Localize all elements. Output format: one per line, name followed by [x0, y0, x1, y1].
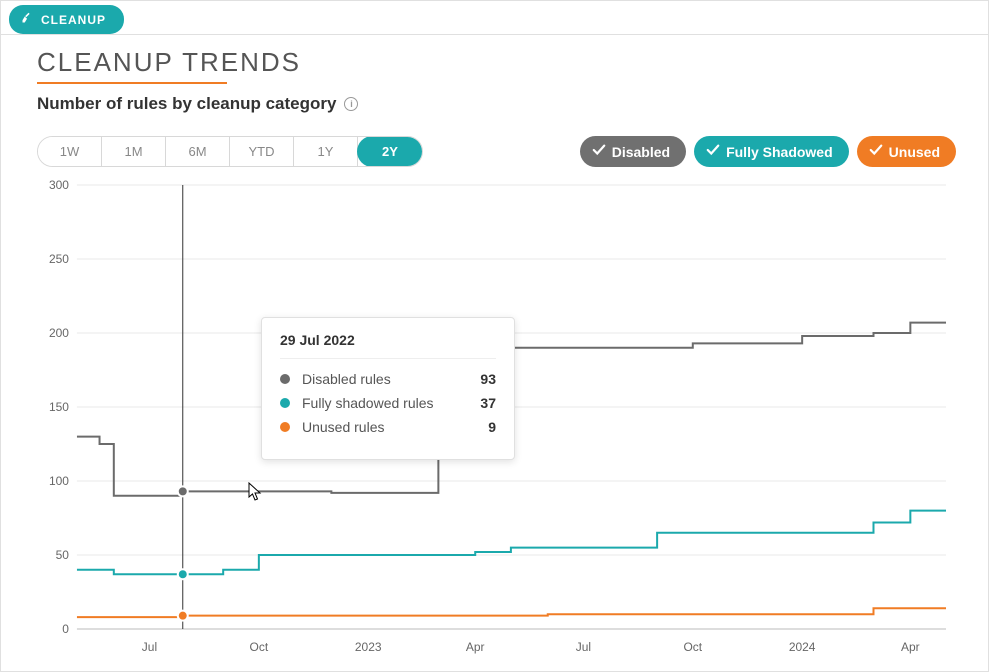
time-range-group: 1W 1M 6M YTD 1Y 2Y	[37, 136, 423, 167]
svg-text:Apr: Apr	[466, 640, 485, 654]
tooltip-date: 29 Jul 2022	[280, 332, 496, 359]
tab-cleanup[interactable]: CLEANUP	[9, 5, 124, 34]
chart-subtitle-row: Number of rules by cleanup category i	[37, 94, 956, 114]
tooltip-label: Unused rules	[302, 419, 488, 435]
svg-text:2023: 2023	[355, 640, 382, 654]
tab-strip: CLEANUP	[1, 1, 988, 35]
toggle-fully-shadowed[interactable]: Fully Shadowed	[694, 136, 849, 167]
tooltip-row-unused: Unused rules 9	[280, 419, 496, 435]
tooltip-value: 93	[480, 371, 496, 387]
range-ytd[interactable]: YTD	[230, 137, 294, 166]
broom-icon	[21, 11, 33, 28]
svg-text:0: 0	[62, 622, 69, 636]
info-icon[interactable]: i	[344, 97, 358, 111]
content-area: CLEANUP TRENDS Number of rules by cleanu…	[1, 35, 988, 659]
tooltip-value: 9	[488, 419, 496, 435]
svg-text:Jul: Jul	[576, 640, 591, 654]
controls-row: 1W 1M 6M YTD 1Y 2Y Disabled Fully Shadow…	[37, 136, 956, 167]
legend-toggles: Disabled Fully Shadowed Unused	[580, 136, 956, 167]
svg-text:250: 250	[49, 252, 69, 266]
check-icon	[706, 143, 720, 160]
tooltip-row-shadowed: Fully shadowed rules 37	[280, 395, 496, 411]
svg-text:Oct: Oct	[683, 640, 702, 654]
svg-text:300: 300	[49, 179, 69, 192]
svg-text:150: 150	[49, 400, 69, 414]
range-1w[interactable]: 1W	[38, 137, 102, 166]
svg-text:Jul: Jul	[142, 640, 157, 654]
chart-subtitle: Number of rules by cleanup category	[37, 94, 336, 114]
svg-text:2024: 2024	[789, 640, 816, 654]
tooltip-row-disabled: Disabled rules 93	[280, 371, 496, 387]
title-underline	[37, 82, 227, 84]
chart-tooltip: 29 Jul 2022 Disabled rules 93 Fully shad…	[261, 317, 515, 460]
chart-canvas[interactable]: 0 50 100 150 200 250 300 Jul Oct 2023 Apr Jul Oct 20…	[37, 179, 956, 659]
svg-text:Oct: Oct	[250, 640, 269, 654]
tab-cleanup-label: CLEANUP	[41, 13, 106, 27]
svg-text:Apr: Apr	[901, 640, 920, 654]
range-1m[interactable]: 1M	[102, 137, 166, 166]
tooltip-label: Fully shadowed rules	[302, 395, 480, 411]
svg-text:200: 200	[49, 326, 69, 340]
toggle-unused[interactable]: Unused	[857, 136, 956, 167]
tooltip-label: Disabled rules	[302, 371, 480, 387]
dot-icon	[280, 398, 290, 408]
toggle-disabled-label: Disabled	[612, 144, 670, 160]
dot-icon	[280, 374, 290, 384]
range-6m[interactable]: 6M	[166, 137, 230, 166]
tooltip-value: 37	[480, 395, 496, 411]
range-1y[interactable]: 1Y	[294, 137, 358, 166]
check-icon	[592, 143, 606, 160]
range-2y[interactable]: 2Y	[357, 136, 423, 167]
svg-text:100: 100	[49, 474, 69, 488]
page-title: CLEANUP TRENDS	[37, 47, 956, 78]
svg-text:50: 50	[56, 548, 70, 562]
dot-icon	[280, 422, 290, 432]
toggle-fully-shadowed-label: Fully Shadowed	[726, 144, 833, 160]
check-icon	[869, 143, 883, 160]
toggle-unused-label: Unused	[889, 144, 940, 160]
toggle-disabled[interactable]: Disabled	[580, 136, 686, 167]
